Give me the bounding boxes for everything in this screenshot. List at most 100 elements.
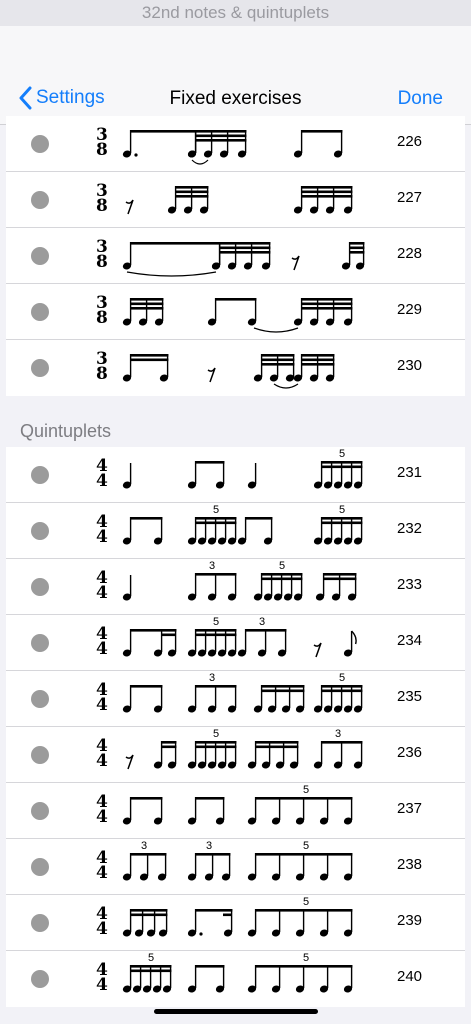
beam (175, 190, 209, 194)
beam (245, 629, 287, 632)
time-signature: 4 (96, 975, 108, 995)
beam (195, 633, 237, 637)
selection-dot[interactable] (31, 578, 49, 596)
time-signature: 4 (96, 751, 108, 771)
exercise-row[interactable]: 4 4 5 231 (6, 447, 465, 503)
tuplet-number: 3 (335, 728, 341, 740)
beam (321, 465, 363, 469)
selection-dot[interactable] (31, 303, 49, 321)
tuplet-number: 5 (339, 448, 345, 460)
selection-dot[interactable] (31, 135, 49, 153)
time-signature: 4 (96, 919, 108, 939)
beam (349, 242, 365, 245)
beam (161, 745, 177, 749)
time-signature: 8 (96, 140, 108, 160)
selection-dot[interactable] (31, 970, 49, 988)
beam (255, 797, 353, 800)
beam (130, 685, 163, 688)
exercise-row[interactable]: 4 4 5 5 232 (6, 503, 465, 559)
beam (130, 797, 163, 800)
beam (130, 853, 167, 856)
beam (175, 195, 209, 198)
beam (130, 517, 163, 520)
beam (195, 909, 233, 912)
exercise-row[interactable]: 4 4 3 5 233 (6, 559, 465, 615)
exercise-row[interactable]: 3 8 229 (6, 284, 465, 340)
exercise-number: 235 (397, 688, 423, 705)
beam (301, 354, 335, 357)
exercise-row[interactable]: 4 4 3 3 5 238 (6, 839, 465, 895)
time-signature: 4 (96, 471, 108, 491)
beam (130, 629, 177, 632)
beam (321, 741, 363, 744)
tuplet-number: 5 (303, 896, 309, 908)
beam (321, 521, 363, 525)
tuplet-number: 3 (209, 560, 215, 572)
selection-dot[interactable] (31, 359, 49, 377)
tuplet-number: 5 (303, 952, 309, 964)
done-button[interactable]: Done (398, 88, 443, 110)
beam (255, 965, 353, 968)
exercise-row[interactable]: 4 4 5 237 (6, 783, 465, 839)
rhythm-notation: 443 5 (96, 672, 363, 715)
beam (349, 251, 365, 254)
beam (321, 685, 363, 688)
rhythm-notation: 445 (96, 784, 353, 827)
exercise-row[interactable]: 3 8 230 (6, 340, 465, 396)
time-signature: 4 (96, 639, 108, 659)
selection-dot[interactable] (31, 247, 49, 265)
selection-dot[interactable] (31, 522, 49, 540)
tuplet-number: 3 (206, 840, 212, 852)
selection-dot[interactable] (31, 466, 49, 484)
beam (195, 130, 247, 133)
beam (261, 577, 303, 581)
exercise-row[interactable]: 3 8 227 (6, 172, 465, 228)
exercise-row[interactable]: 4 4 5 3 234 (6, 615, 465, 671)
beam (130, 307, 164, 310)
selection-dot[interactable] (31, 634, 49, 652)
exercise-row[interactable]: 4 4 5 3 236 (6, 727, 465, 783)
rhythm-notation: 38 (96, 293, 353, 333)
beam (301, 186, 353, 189)
selection-dot[interactable] (31, 914, 49, 932)
beam (301, 195, 353, 198)
beam (130, 130, 197, 133)
exercise-number: 234 (397, 632, 423, 649)
selection-dot[interactable] (31, 690, 49, 708)
beam (195, 745, 237, 749)
exercise-number: 240 (397, 968, 423, 985)
tuplet-number: 5 (213, 616, 219, 628)
beam (301, 298, 353, 301)
exercise-row[interactable]: 4 4 5 239 (6, 895, 465, 951)
beam (130, 242, 221, 245)
beam (130, 298, 164, 301)
beam (321, 461, 363, 464)
rhythm-notation: 445 (96, 896, 353, 939)
beam (321, 517, 363, 520)
selection-dot[interactable] (31, 802, 49, 820)
exercise-number: 230 (397, 357, 423, 374)
selection-dot[interactable] (31, 191, 49, 209)
beam (195, 134, 247, 138)
selection-dot[interactable] (31, 858, 49, 876)
exercise-row[interactable]: 3 8 226 (6, 116, 465, 172)
tuplet-number: 5 (213, 728, 219, 740)
selection-dot[interactable] (31, 746, 49, 764)
exercise-row[interactable]: 3 8 228 (6, 228, 465, 284)
beam (349, 246, 365, 250)
beam (130, 358, 169, 362)
time-signature: 8 (96, 364, 108, 384)
beam (195, 797, 225, 800)
beam (130, 969, 172, 973)
beam (195, 517, 237, 520)
exercise-row[interactable]: 4 4 5 5 240 (6, 951, 465, 1007)
beam (219, 246, 271, 250)
beam (261, 354, 295, 357)
beam (321, 689, 363, 693)
time-signature: 8 (96, 308, 108, 328)
tuplet-number: 5 (279, 560, 285, 572)
beam (195, 853, 231, 856)
exercise-row[interactable]: 4 4 3 5 235 (6, 671, 465, 727)
tuplet-number: 3 (209, 672, 215, 684)
beam (301, 130, 343, 133)
